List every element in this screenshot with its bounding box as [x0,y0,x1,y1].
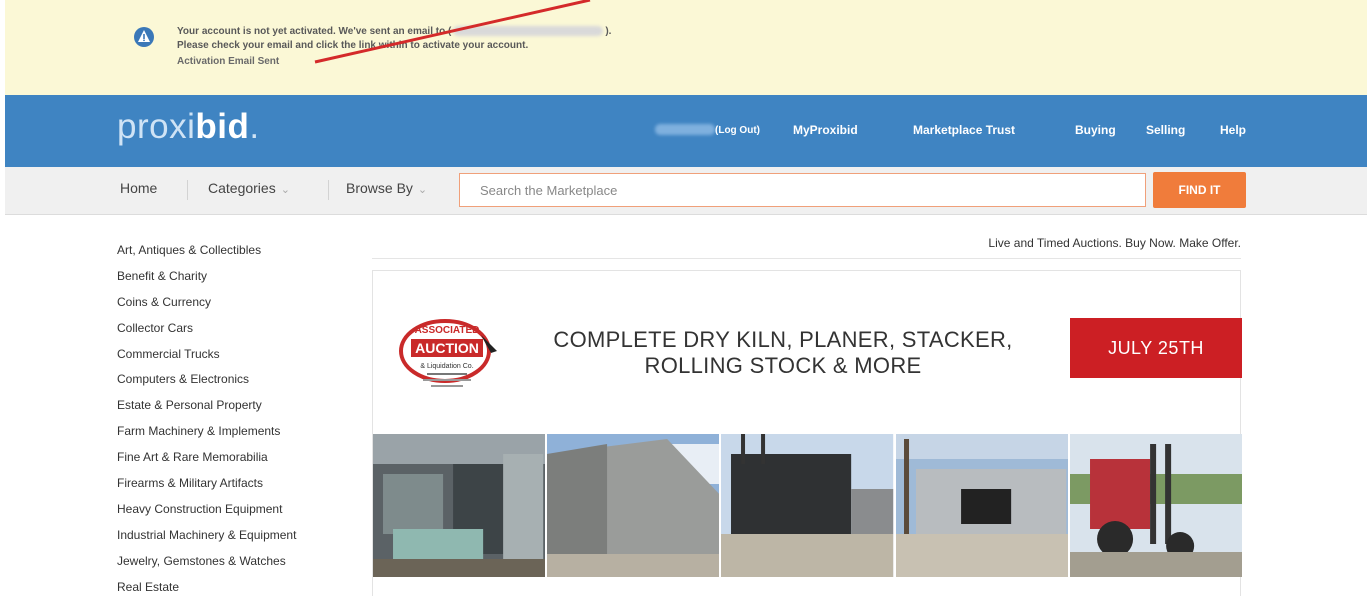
category-link[interactable]: Jewelry, Gemstones & Watches [117,554,296,580]
logo-text-sub: & Liquidation Co. [420,363,473,370]
notice-line-2: Please check your email and click the li… [177,40,529,51]
search-box [459,173,1146,207]
nav-divider [187,180,188,200]
headline-line-2: ROLLING STOCK & MORE [644,353,922,378]
chevron-down-icon: ⌄ [417,184,428,196]
notice-line-1-text: Your account is not yet activated. We've… [177,26,452,37]
category-link[interactable]: Fine Art & Rare Memorabilia [117,450,296,476]
site-header: proxibid. (Log Out) MyProxibid Marketpla… [5,95,1367,167]
headline-line-1: COMPLETE DRY KILN, PLANER, STACKER, [553,327,1013,352]
logo-text-main: AUCTION [415,340,479,356]
photo-open-shed [721,434,894,577]
photo-forklift [1069,434,1243,577]
notice-line-1-suffix: ). [605,26,612,37]
categories-dropdown[interactable]: Categories ⌄ [208,180,290,196]
category-link[interactable]: Art, Antiques & Collectibles [117,243,296,269]
category-link[interactable]: Computers & Electronics [117,372,296,398]
search-input[interactable] [460,174,1145,206]
associated-auction-logo: ASSOCIATED AUCTION & Liquidation Co. [399,319,497,387]
category-list: Art, Antiques & Collectibles Benefit & C… [117,243,296,596]
main-nav-bar: Home Categories ⌄ Browse By ⌄ FIND IT [5,167,1367,215]
logo-text-top: ASSOCIATED [415,325,480,336]
promo-banner[interactable]: ASSOCIATED AUCTION & Liquidation Co. COM… [372,270,1243,596]
chevron-down-icon: ⌄ [280,184,290,196]
logout-link[interactable]: (Log Out) [715,125,760,136]
nav-selling[interactable]: Selling [1146,123,1185,137]
photo-dry-kiln [547,434,720,577]
category-link[interactable]: Collector Cars [117,321,296,347]
promo-headline: COMPLETE DRY KILN, PLANER, STACKER, ROLL… [523,327,1043,379]
promo-photo-strip [373,434,1243,577]
photo-warehouse [895,434,1068,577]
photo-machinery [373,434,546,577]
logo-bold: bid [195,107,250,146]
tagline: Live and Timed Auctions. Buy Now. Make O… [988,236,1241,250]
category-link[interactable]: Farm Machinery & Implements [117,424,296,450]
nav-marketplace-trust[interactable]: Marketplace Trust [913,123,1015,137]
category-link[interactable]: Heavy Construction Equipment [117,502,296,528]
notice-line-1: Your account is not yet activated. We've… [177,26,611,37]
category-link[interactable]: Coins & Currency [117,295,296,321]
category-link[interactable]: Industrial Machinery & Equipment [117,528,296,554]
nav-buying[interactable]: Buying [1075,123,1116,137]
activation-email-sent: Activation Email Sent [177,56,280,67]
proxibid-logo[interactable]: proxibid. [117,107,260,147]
category-link[interactable]: Commercial Trucks [117,347,296,373]
category-link[interactable]: Estate & Personal Property [117,398,296,424]
nav-myproxibid[interactable]: MyProxibid [793,123,858,137]
browse-by-label: Browse By [346,180,413,196]
find-it-button[interactable]: FIND IT [1153,172,1246,208]
nav-help[interactable]: Help [1220,123,1246,137]
nav-home[interactable]: Home [120,180,157,196]
logo-dot: . [249,107,260,146]
nav-divider [328,180,329,200]
divider [372,258,1241,259]
categories-label: Categories [208,180,276,196]
category-link[interactable]: Real Estate [117,580,296,596]
logo-light: proxi [117,107,196,146]
category-link[interactable]: Benefit & Charity [117,269,296,295]
browse-by-dropdown[interactable]: Browse By ⌄ [346,180,427,196]
activation-notice: Your account is not yet activated. We've… [5,0,1367,95]
info-icon [134,27,154,47]
redacted-email [453,26,604,37]
category-link[interactable]: Firearms & Military Artifacts [117,476,296,502]
redacted-username [655,124,715,135]
auction-date-badge: JULY 25TH [1070,318,1242,378]
